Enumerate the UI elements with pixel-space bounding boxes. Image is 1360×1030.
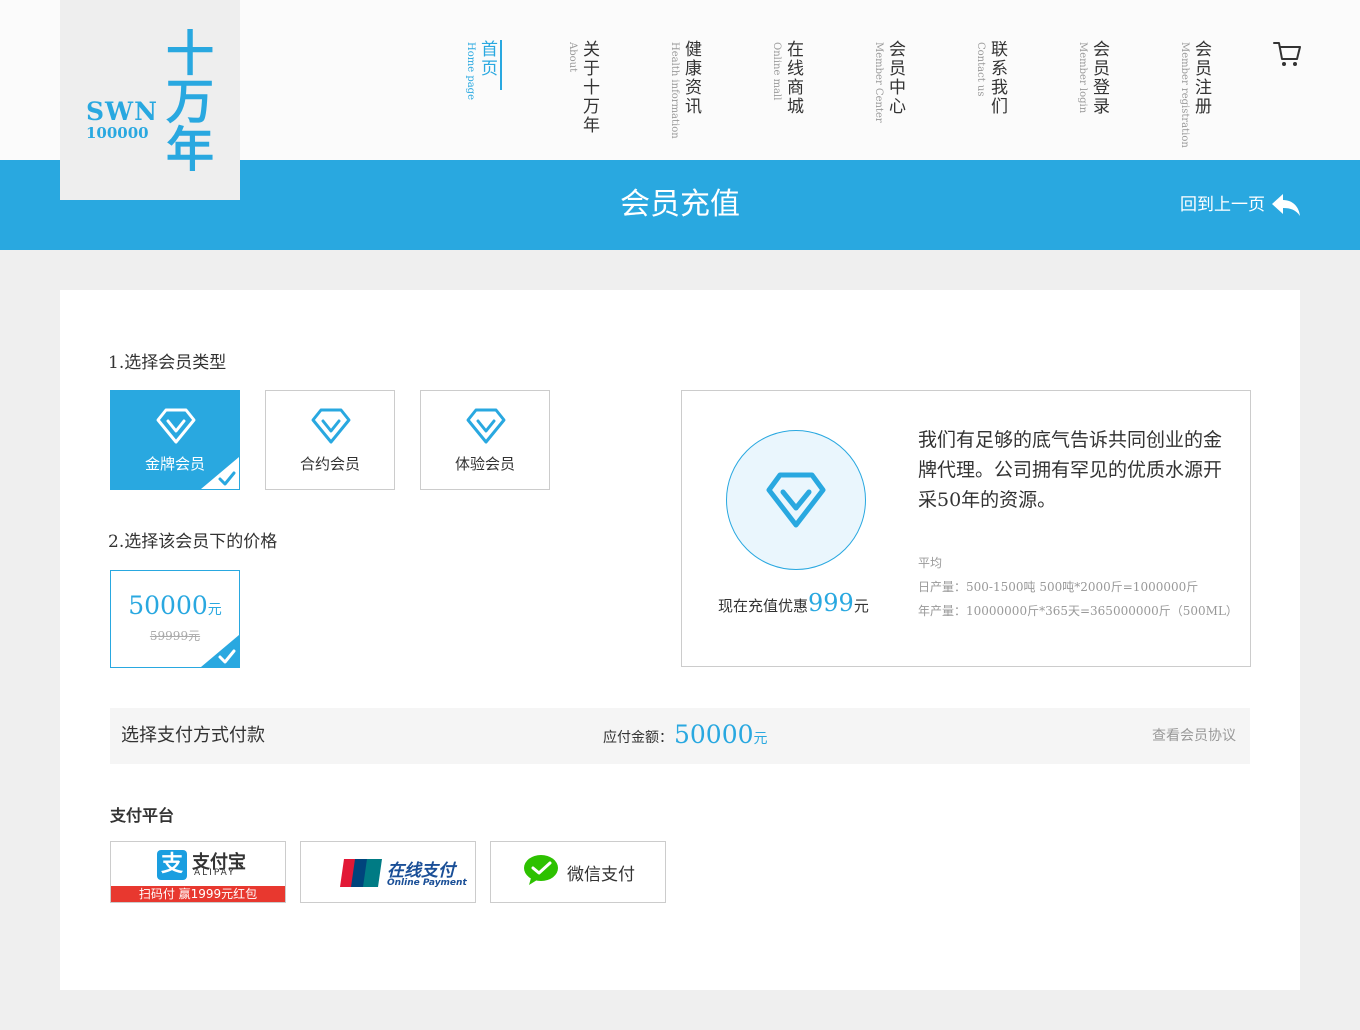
nav-item-sublabel: Member Center <box>873 42 884 123</box>
member-type-label: 合约会员 <box>299 455 360 473</box>
back-link[interactable]: 回到上一页 <box>1180 160 1265 250</box>
nav-item-sublabel: Health information <box>669 42 680 139</box>
diamond-icon <box>311 408 351 444</box>
cart-icon[interactable] <box>1272 40 1302 68</box>
checkmark-icon <box>201 457 239 489</box>
agreement-link[interactable]: 查看会员协议 <box>1152 708 1236 764</box>
back-arrow-icon[interactable] <box>1270 192 1302 218</box>
logo-cjk-text: 十 万 年 <box>160 30 220 174</box>
nav-item-sublabel: About <box>567 42 578 73</box>
nav-item-label: 会员中心 <box>885 40 905 116</box>
nav-item-label: 健康资讯 <box>681 40 701 116</box>
alipay-icon: 支 <box>157 850 187 880</box>
diamond-icon <box>466 408 506 444</box>
member-info-panel: 现在充值优惠999元 我们有足够的底气告诉共同创业的金牌代理。公司拥有罕见的优质… <box>681 390 1251 667</box>
stats-daily: 日产量：500-1500吨 500吨*2000斤=1000000斤 <box>918 580 1199 594</box>
diamond-icon <box>766 472 826 528</box>
logo-latin-text: SWN 100000 <box>86 97 158 142</box>
wechat-pay-name: 微信支付 <box>567 865 635 885</box>
unionpay-option[interactable]: 在线支付 Online Payment <box>300 841 476 903</box>
alipay-promo: 扫码付 赢1999元红包 <box>111 886 285 902</box>
price-value: 50000元 <box>128 591 222 620</box>
wechat-icon <box>524 855 558 885</box>
logo-latin-bottom: 100000 <box>86 124 149 142</box>
amount-value: 50000元 <box>674 720 768 749</box>
checkmark-icon <box>201 635 239 667</box>
member-type-label: 体验会员 <box>454 455 515 473</box>
member-description: 我们有足够的底气告诉共同创业的金牌代理。公司拥有罕见的优质水源开采50年的资源。 <box>918 429 1223 511</box>
payment-summary-bar: 选择支付方式付款 应付金额： 50000元 查看会员协议 <box>110 708 1250 764</box>
nav-active-indicator <box>500 40 502 90</box>
nav-item-label: 会员登录 <box>1089 40 1109 116</box>
step2-label: 2.选择该会员下的价格 <box>108 532 278 552</box>
alipay-en: ALIPAY <box>194 868 236 878</box>
diamond-badge <box>726 430 866 570</box>
logo-latin-top: SWN <box>86 97 158 126</box>
step1-label: 1.选择会员类型 <box>108 353 227 373</box>
member-type-gold[interactable]: 金牌会员 <box>110 390 240 490</box>
logo-char: 年 <box>165 122 214 178</box>
nav-item-label: 会员注册 <box>1191 40 1211 116</box>
payment-bar-title: 选择支付方式付款 <box>121 725 265 746</box>
unionpay-icon <box>340 859 382 887</box>
nav-item-label: 在线商城 <box>783 40 803 116</box>
unionpay-en: Online Payment <box>387 878 467 888</box>
alipay-option[interactable]: 支 支付宝 ALIPAY 扫码付 赢1999元红包 <box>110 841 286 903</box>
recharge-card: 1.选择会员类型 金牌会员 合约会员 体验会员 2.选择该会员下的价格 5000… <box>60 290 1300 990</box>
amount-label: 应付金额： <box>603 730 673 746</box>
nav-item-sublabel: Member login <box>1077 42 1088 114</box>
production-stats: 平均 日产量：500-1500吨 500吨*2000斤=1000000斤 年产量… <box>918 551 1238 623</box>
platform-label: 支付平台 <box>110 806 175 825</box>
member-type-contract[interactable]: 合约会员 <box>265 390 395 490</box>
nav-item-sublabel: Member registration <box>1179 42 1190 148</box>
logo[interactable]: SWN 100000 十 万 年 <box>60 0 240 200</box>
logo-char: 万 <box>165 74 214 130</box>
nav-item-label: 关于十万年 <box>579 40 599 135</box>
header: SWN 100000 十 万 年 首页 Home page 关于十万年 Abou… <box>0 0 1360 200</box>
logo-char: 十 <box>165 26 214 82</box>
nav-item-sublabel: Home page <box>465 42 476 101</box>
member-type-trial[interactable]: 体验会员 <box>420 390 550 490</box>
stats-yearly: 年产量：10000000斤*365天=365000000斤（500ML） <box>918 604 1238 618</box>
stats-title: 平均 <box>918 556 943 570</box>
price-option[interactable]: 50000元 59999元 <box>110 570 240 668</box>
wechat-pay-option[interactable]: 微信支付 <box>490 841 666 903</box>
diamond-icon <box>156 408 196 444</box>
nav-item-label: 联系我们 <box>987 40 1007 116</box>
nav-item-sublabel: Online mall <box>771 42 782 101</box>
promo-text: 现在充值优惠999元 <box>718 589 869 617</box>
nav-item-sublabel: Contact us <box>975 42 986 97</box>
nav-item-label: 首页 <box>477 40 497 78</box>
